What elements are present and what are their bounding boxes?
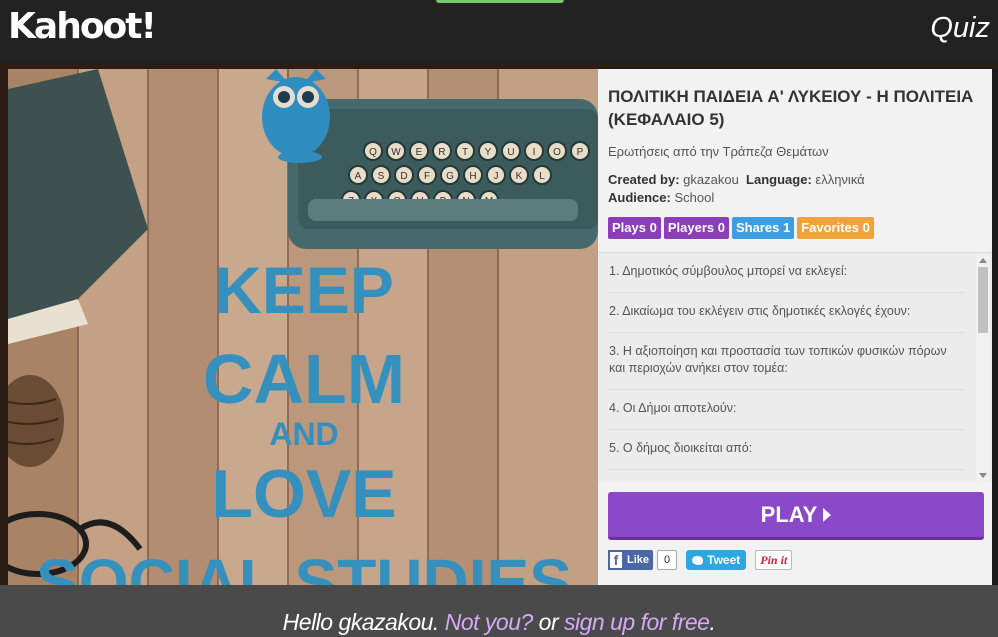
question-item: 2. Δικαίωμα του εκλέγειν στις δημοτικές …	[609, 293, 964, 333]
section-title: Quiz	[930, 12, 990, 44]
cover-text-love: LOVE	[211, 456, 396, 532]
typewriter-key-label: F	[424, 171, 430, 182]
question-item: 5. Ο δήμος διοικείται από:	[609, 430, 964, 470]
players-badge: Players 0	[663, 217, 729, 239]
stats-badges: Plays 0 Players 0 Shares 1 Favorites 0	[608, 217, 874, 239]
footer-bar: Hello gkazakou. Not you? or sign up for …	[0, 585, 998, 637]
typewriter-key-label: Y	[485, 147, 492, 158]
top-tab-indicator	[436, 0, 564, 3]
audience-label: Audience:	[608, 190, 671, 205]
typewriter-key-label: D	[400, 171, 407, 182]
audience-row: Audience: School	[608, 190, 714, 205]
kahoot-logo[interactable]: Kahoot!	[8, 6, 157, 47]
language-label: Language:	[746, 172, 812, 187]
question-item: 4. Οι Δήμοι αποτελούν:	[609, 390, 964, 430]
questions-list[interactable]: 1. Δημοτικός σύμβουλος μπορεί να εκλεγεί…	[598, 252, 992, 482]
typewriter-key-label: I	[533, 147, 536, 158]
typewriter-key-label: Q	[369, 147, 377, 158]
scroll-down-arrow-icon[interactable]	[979, 473, 987, 478]
scrollbar-thumb[interactable]	[978, 267, 988, 333]
social-share-bar: f Like 0 Tweet Pin it	[608, 550, 793, 570]
sign-up-link[interactable]: sign up for free	[564, 609, 710, 635]
created-by-label: Created by:	[608, 172, 680, 187]
language-value: ελληνικά	[815, 172, 865, 187]
quiz-meta-row: Created by: gkazakou Language: ελληνικά	[608, 172, 865, 187]
questions-scrollbar[interactable]	[976, 255, 990, 481]
question-item: 3. Η αξιοποίηση και προστασία των τοπικώ…	[609, 333, 964, 390]
quiz-info-panel: ΠΟΛΙΤΙΚΗ ΠΑΙΔΕΙΑ Α' ΛΥΚΕΙΟΥ - Η ΠΟΛΙΤΕΙΑ…	[598, 69, 992, 585]
play-button[interactable]: PLAY	[608, 492, 984, 540]
typewriter-key-label: P	[577, 147, 584, 158]
typewriter-key-label: S	[378, 171, 385, 182]
favorites-badge: Favorites 0	[797, 217, 874, 239]
play-arrow-icon	[823, 507, 832, 522]
cover-illustration: QWERTYUIOPASDFGHJKLZXCVBNM KEEP CALM AND…	[8, 69, 598, 585]
typewriter-key-label: L	[539, 171, 545, 182]
facebook-like-button[interactable]: f Like	[608, 550, 654, 570]
top-bar: Kahoot! Quiz	[0, 0, 998, 62]
typewriter-key-label: G	[446, 171, 454, 182]
typewriter-key-label: W	[391, 147, 401, 158]
cover-text-calm: CALM	[203, 340, 405, 418]
typewriter-key-label: J	[494, 171, 499, 182]
question-item: 1. Δημοτικός σύμβουλος μπορεί να εκλεγεί…	[609, 253, 964, 293]
quiz-cover-image: QWERTYUIOPASDFGHJKLZXCVBNM KEEP CALM AND…	[8, 69, 598, 585]
scroll-up-arrow-icon[interactable]	[979, 258, 987, 263]
typewriter-key-label: U	[507, 147, 514, 158]
typewriter-key-label: H	[469, 171, 476, 182]
twitter-bird-icon	[692, 555, 704, 565]
typewriter-key-label: R	[438, 147, 445, 158]
facebook-icon: f	[608, 550, 624, 570]
quiz-title: ΠΟΛΙΤΙΚΗ ΠΑΙΔΕΙΑ Α' ΛΥΚΕΙΟΥ - Η ΠΟΛΙΤΕΙΑ…	[608, 87, 974, 129]
typewriter-key-label: T	[462, 147, 468, 158]
tweet-label: Tweet	[707, 553, 741, 567]
shares-badge: Shares 1	[731, 217, 795, 239]
not-you-link[interactable]: Not you?	[445, 609, 534, 635]
typewriter-key-label: E	[416, 147, 423, 158]
greeting-text: Hello gkazakou. Not you? or sign up for …	[282, 609, 716, 635]
creator-name: gkazakou	[683, 172, 739, 187]
like-count: 0	[657, 550, 678, 570]
typewriter-key-label: O	[553, 147, 561, 158]
cover-text-keep: KEEP	[214, 253, 394, 327]
tweet-button[interactable]: Tweet	[686, 550, 747, 570]
pinterest-button[interactable]: Pin it	[755, 550, 793, 570]
cover-text-and: AND	[269, 416, 338, 452]
typewriter-key-label: K	[516, 171, 523, 182]
question-item: 6. Στη δημοτική αρχή ο δήμαρχος και οι α…	[609, 470, 964, 482]
facebook-like[interactable]: f Like 0	[608, 550, 678, 570]
play-label: PLAY	[760, 501, 818, 527]
quiz-subtitle: Ερωτήσεις από την Τράπεζα Θεμάτων	[608, 144, 829, 159]
right-edge	[992, 69, 998, 585]
audience-value: School	[674, 190, 715, 205]
plays-badge: Plays 0	[608, 217, 661, 239]
typewriter-key-label: A	[355, 171, 362, 182]
cover-text-subject: SOCIAL STUDIES	[36, 546, 572, 585]
like-label: Like	[627, 554, 650, 566]
